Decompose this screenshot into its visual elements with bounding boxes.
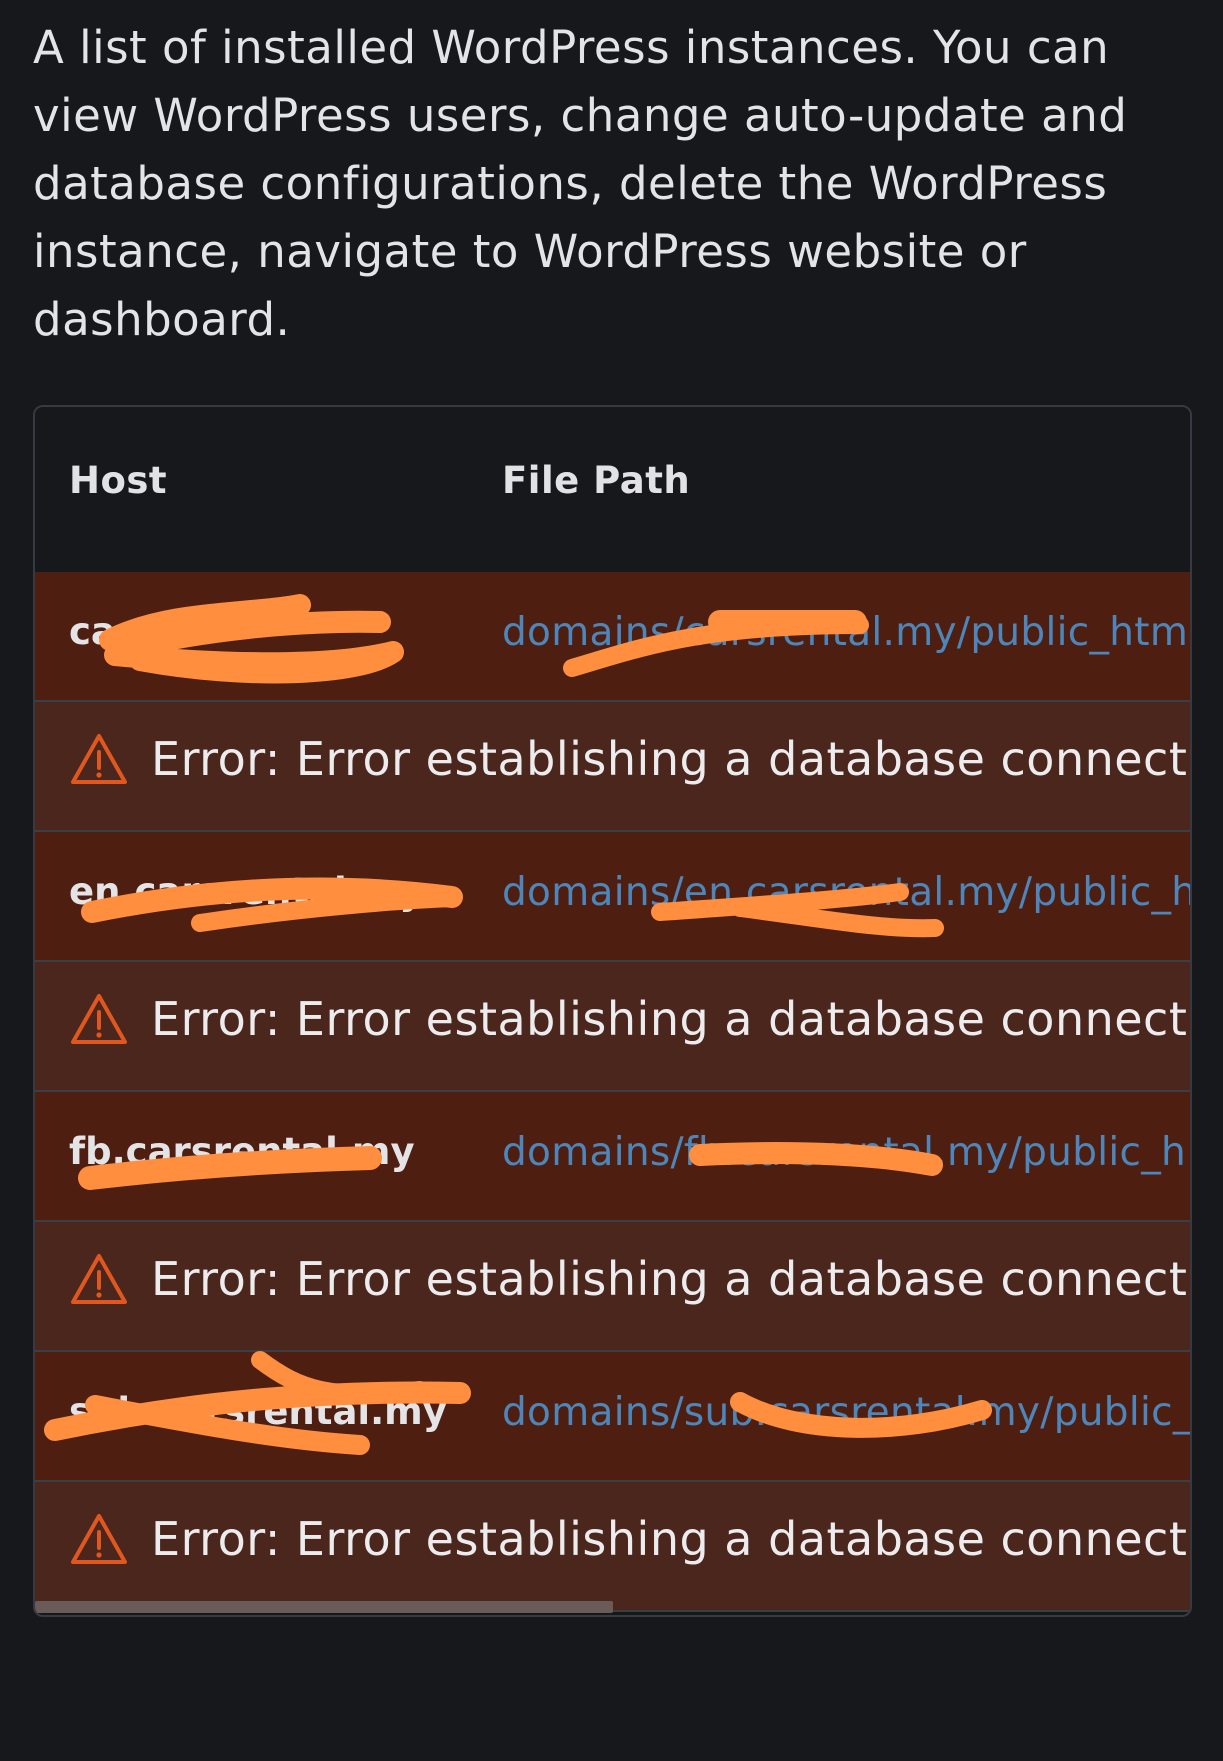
error-message: Error: Error establishing a database con… — [69, 732, 1190, 786]
host-cell: ca — [69, 610, 116, 653]
error-message: Error: Error establishing a database con… — [69, 992, 1190, 1046]
table-header: Host File Path — [35, 407, 1190, 574]
wordpress-instances-table: Host File Path ca domains/carsrental.my/… — [33, 405, 1192, 1617]
warning-triangle-icon — [71, 1514, 127, 1564]
error-row: Error: Error establishing a database con… — [35, 962, 1190, 1092]
error-message: Error: Error establishing a database con… — [69, 1512, 1190, 1566]
file-path-link[interactable]: domains/carsrental.my/public_htm — [502, 610, 1188, 655]
host-cell: en.carsrental.my — [69, 870, 424, 913]
file-path-column-header[interactable]: File Path — [502, 459, 690, 502]
file-path-link[interactable]: domains/sub.carsrental.my/public_ — [502, 1390, 1190, 1435]
host-column-header[interactable]: Host — [69, 459, 167, 502]
file-path-link[interactable]: domains/fb.carsrental.my/public_h — [502, 1130, 1186, 1175]
warning-triangle-icon — [71, 1254, 127, 1304]
table-row[interactable]: fb.carsrental.my domains/fb.carsrental.m… — [35, 1092, 1190, 1222]
table-row[interactable]: ca domains/carsrental.my/public_htm — [35, 572, 1190, 702]
error-text: Error: Error establishing a database con… — [151, 1512, 1190, 1566]
host-cell: sub.carsrental.my — [69, 1390, 447, 1433]
page-description: A list of installed WordPress instances.… — [33, 21, 1128, 346]
table-row[interactable]: sub.carsrental.my domains/sub.carsrental… — [35, 1352, 1190, 1482]
error-row: Error: Error establishing a database con… — [35, 1222, 1190, 1352]
horizontal-scrollbar[interactable] — [35, 1601, 613, 1613]
error-text: Error: Error establishing a database con… — [151, 732, 1190, 786]
host-cell: fb.carsrental.my — [69, 1130, 415, 1173]
warning-triangle-icon — [71, 734, 127, 784]
error-message: Error: Error establishing a database con… — [69, 1252, 1190, 1306]
warning-triangle-icon — [71, 994, 127, 1044]
file-path-link[interactable]: domains/en.carsrental.my/public_h — [502, 870, 1190, 915]
error-row: Error: Error establishing a database con… — [35, 1482, 1190, 1612]
error-text: Error: Error establishing a database con… — [151, 1252, 1190, 1306]
error-text: Error: Error establishing a database con… — [151, 992, 1190, 1046]
table-row[interactable]: en.carsrental.my domains/en.carsrental.m… — [35, 832, 1190, 962]
error-row: Error: Error establishing a database con… — [35, 702, 1190, 832]
